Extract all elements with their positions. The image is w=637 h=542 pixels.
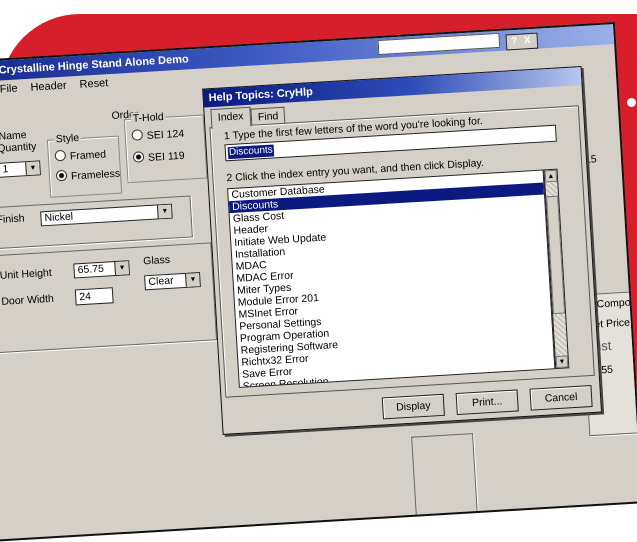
thold-sei119-radio[interactable]: SEI 119 [132, 149, 185, 165]
title-bar-field[interactable] [377, 32, 501, 56]
style-group-title: Style [53, 131, 82, 146]
chevron-down-icon: ▼ [185, 273, 200, 287]
unit-height-value: 65.75 [77, 262, 105, 277]
style-group: Style Framed Frameless [46, 131, 123, 198]
style-frameless-radio[interactable]: Frameless [55, 167, 120, 184]
thold-sei124-radio[interactable]: SEI 124 [131, 127, 184, 143]
scroll-up-icon[interactable]: ▲ [544, 169, 558, 183]
dimensions-panel: Unit Height 65.75 ▼ Door Width 24 Glass … [0, 242, 218, 354]
door-width-value: 24 [78, 290, 92, 304]
finish-select[interactable]: Nickel ▼ [40, 203, 173, 227]
index-topic-list[interactable]: Customer Database Discounts Glass Cost H… [227, 169, 556, 388]
menu-file[interactable]: File [0, 83, 18, 96]
print-button[interactable]: Print... [455, 389, 519, 416]
unit-height-label: Unit Height [0, 266, 53, 282]
display-button[interactable]: Display [381, 393, 445, 420]
quantity-select[interactable]: 1 ▼ [0, 160, 41, 178]
finish-panel: Finish Nickel ▼ [0, 195, 193, 250]
unit-height-select[interactable]: 65.75 ▼ [73, 260, 131, 279]
finish-label: Finish [0, 212, 25, 226]
screenshot-tilt: Crystalline Hinge Stand Alone Demo ? X F… [0, 0, 637, 542]
help-title: Help Topics: CryHlp [208, 86, 314, 105]
glass-label: Glass [142, 253, 171, 268]
index-search-value: Discounts [227, 144, 275, 160]
door-width-input[interactable]: 24 [74, 287, 114, 306]
scroll-down-icon[interactable]: ▼ [555, 355, 569, 369]
quantity-value: 1 [2, 163, 9, 176]
app-window: Crystalline Hinge Stand Alone Demo ? X F… [0, 21, 637, 542]
chevron-down-icon: ▼ [25, 161, 40, 176]
glass-select[interactable]: Clear ▼ [144, 272, 201, 291]
finish-value: Nickel [44, 210, 74, 225]
door-width-label: Door Width [1, 292, 55, 308]
tab-index[interactable]: Index [210, 106, 252, 130]
chevron-down-icon: ▼ [156, 204, 172, 219]
window-controls[interactable]: ? X [505, 32, 539, 51]
lower-panel-divider [411, 433, 478, 519]
chevron-down-icon: ▼ [114, 261, 129, 276]
menu-reset[interactable]: Reset [79, 77, 108, 91]
style-framed-radio[interactable]: Framed [54, 147, 106, 163]
thold-group: T-Hold SEI 124 SEI 119 [123, 110, 208, 184]
cancel-button[interactable]: Cancel [529, 385, 593, 411]
quantity-label: Quantity [0, 140, 37, 155]
help-topics-dialog: Help Topics: CryHlp Index Find 1 Type th… [202, 66, 603, 435]
thold-group-title: T-Hold [130, 110, 167, 125]
glass-value: Clear [148, 274, 174, 289]
menu-header[interactable]: Header [30, 80, 67, 94]
